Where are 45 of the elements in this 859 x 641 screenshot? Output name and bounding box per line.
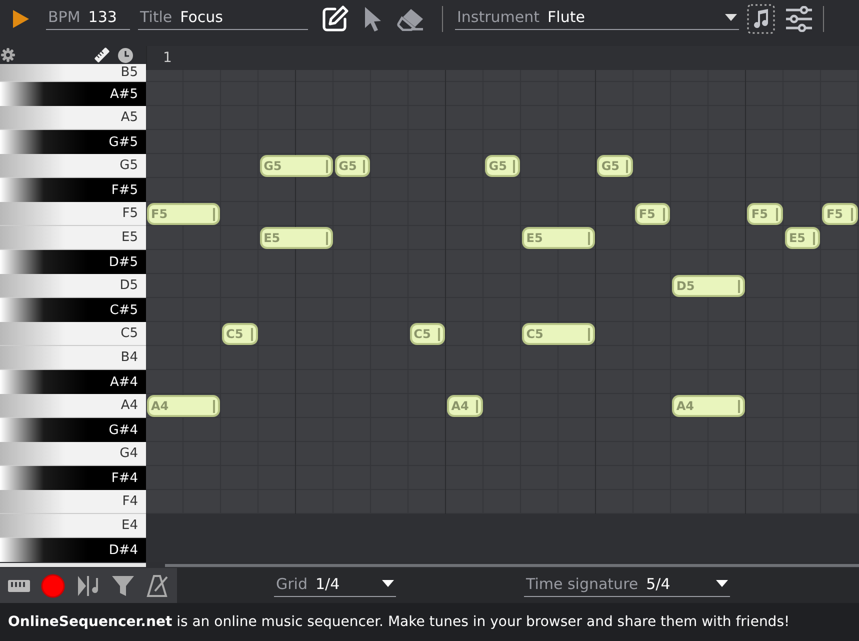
title-field[interactable]: Title Focus — [138, 8, 308, 30]
bar-number: 1 — [163, 50, 172, 66]
piano-key[interactable]: G4 — [0, 442, 146, 466]
record-icon[interactable] — [40, 574, 64, 598]
piano-key[interactable]: A5 — [0, 106, 146, 130]
piano-key[interactable]: A4 — [0, 394, 146, 418]
caret-icon[interactable] — [382, 580, 394, 587]
funnel-icon[interactable] — [110, 574, 134, 598]
piano-key[interactable]: F#4 — [0, 466, 146, 490]
piano-key[interactable]: D#4 — [0, 538, 146, 562]
sliders-icon[interactable] — [785, 6, 813, 32]
piano-key[interactable]: E5 — [0, 226, 146, 250]
instrument-dropdown[interactable]: Instrument Flute — [455, 8, 739, 30]
time-signature-dropdown[interactable]: Time signature 5/4 — [524, 574, 730, 596]
piano-key[interactable]: A#4 — [0, 370, 146, 394]
piano-key[interactable]: D#5 — [0, 250, 146, 274]
footer-text: OnlineSequencer.net is an online music sequencer. Make tunes in your browser and share them with friends! — [8, 614, 790, 630]
scrollbar-thumb[interactable] — [0, 563, 146, 567]
play-icon[interactable] — [12, 9, 30, 29]
pencil-icon[interactable] — [321, 5, 349, 33]
piano-key[interactable]: B5 — [0, 64, 146, 82]
cursor-icon[interactable] — [363, 6, 383, 32]
piano-key[interactable]: D5 — [0, 274, 146, 298]
music-note-icon[interactable] — [747, 4, 775, 34]
bpm-field[interactable]: BPM 133 — [46, 8, 130, 30]
eraser-icon[interactable] — [397, 7, 425, 31]
piano-key[interactable]: G#4 — [0, 418, 146, 442]
settings-icon[interactable] — [1, 48, 15, 62]
piano-key[interactable]: G#5 — [0, 130, 146, 154]
metronome-icon[interactable] — [146, 574, 170, 598]
piano-key[interactable]: E4 — [0, 514, 146, 538]
piano-key[interactable]: F5 — [0, 202, 146, 226]
grid-dropdown[interactable]: Grid 1/4 — [274, 574, 396, 596]
keyboard-icon[interactable] — [8, 580, 30, 592]
piano-key[interactable]: A#5 — [0, 82, 146, 106]
piano-key[interactable]: F4 — [0, 490, 146, 514]
piano-key[interactable]: C5 — [0, 322, 146, 346]
piano-key[interactable]: F#5 — [0, 178, 146, 202]
clock-icon[interactable] — [118, 48, 133, 62]
caret-icon[interactable] — [716, 580, 728, 587]
piano-key[interactable]: B4 — [0, 346, 146, 370]
piano-key[interactable]: C#5 — [0, 298, 146, 322]
piano-key[interactable]: G5 — [0, 154, 146, 178]
caret-icon[interactable] — [725, 14, 737, 20]
note-flip-icon[interactable] — [76, 574, 100, 598]
